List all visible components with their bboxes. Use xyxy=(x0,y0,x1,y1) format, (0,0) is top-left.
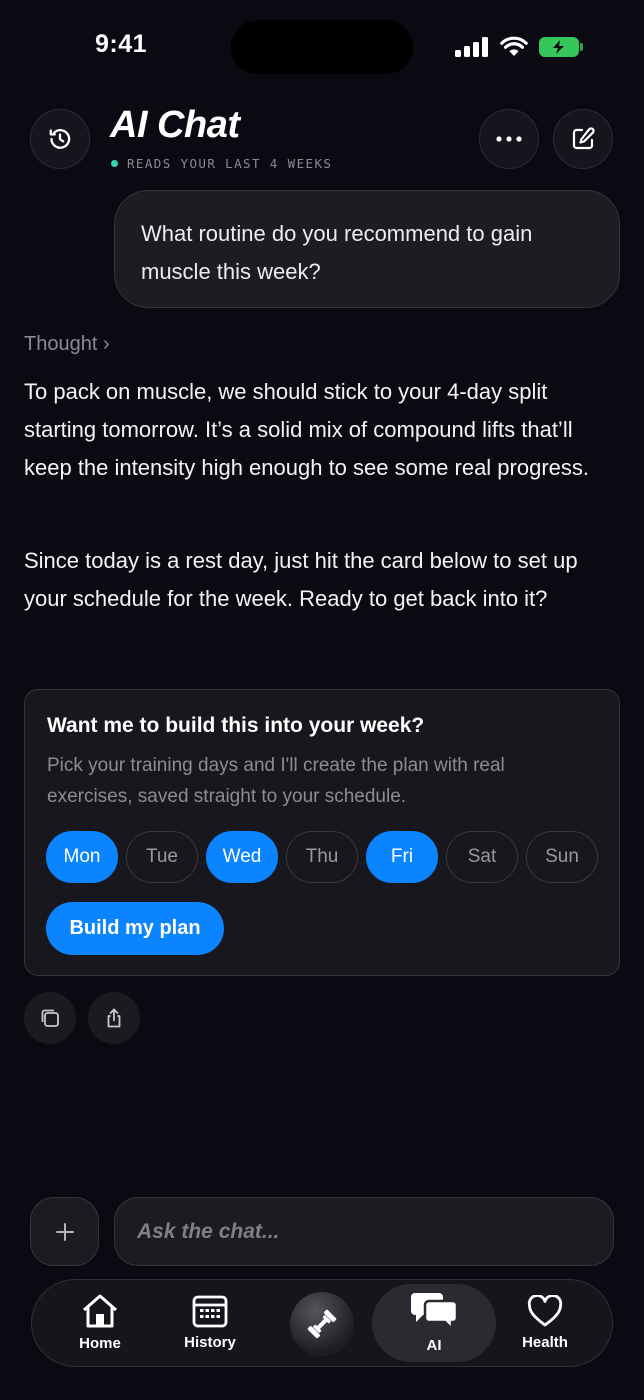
context-subtitle-text: READS YOUR LAST 4 WEEKS xyxy=(127,156,333,171)
wifi-icon xyxy=(500,36,528,56)
new-chat-button[interactable] xyxy=(553,109,613,169)
tab-history-label: History xyxy=(184,1334,236,1351)
context-subtitle: READS YOUR LAST 4 WEEKS xyxy=(111,156,332,171)
day-chip-fri[interactable]: Fri xyxy=(366,831,438,883)
calendar-icon xyxy=(192,1295,228,1328)
tab-ai[interactable]: AI xyxy=(394,1280,474,1365)
dumbbell-icon xyxy=(307,1309,337,1339)
status-dot xyxy=(111,160,118,167)
plan-card-description: Pick your training days and I'll create … xyxy=(47,755,505,807)
status-time: 9:41 xyxy=(95,30,148,58)
share-button[interactable] xyxy=(88,992,140,1044)
copy-icon xyxy=(41,1009,59,1027)
tab-health[interactable]: Health xyxy=(505,1280,585,1365)
dynamic-island xyxy=(231,20,413,74)
chat-input[interactable] xyxy=(114,1197,614,1266)
user-message-bubble: What routine do you recommend to gain mu… xyxy=(114,190,620,308)
copy-button[interactable] xyxy=(24,992,76,1044)
share-icon xyxy=(107,1008,121,1028)
ellipsis-icon xyxy=(496,136,522,142)
workout-button[interactable] xyxy=(290,1292,354,1356)
clock-history-icon xyxy=(49,129,71,149)
tab-ai-label: AI xyxy=(426,1337,442,1354)
day-chip-wed[interactable]: Wed xyxy=(206,831,278,883)
day-chip-mon[interactable]: Mon xyxy=(46,831,118,883)
day-chip-tue[interactable]: Tue xyxy=(126,831,198,883)
history-button[interactable] xyxy=(30,109,90,169)
heart-icon xyxy=(527,1294,563,1326)
tab-health-label: Health xyxy=(522,1333,568,1351)
plus-icon xyxy=(55,1222,74,1241)
tab-bar: Home History AI Health xyxy=(31,1279,613,1367)
home-icon xyxy=(83,1294,117,1328)
thought-toggle[interactable]: Thought › xyxy=(24,333,110,356)
tab-home-label: Home xyxy=(79,1335,121,1352)
more-button[interactable] xyxy=(479,109,539,169)
attach-button[interactable] xyxy=(30,1197,99,1266)
page-title: AI Chat xyxy=(110,104,240,146)
battery-icon xyxy=(539,37,579,57)
day-chip-thu[interactable]: Thu xyxy=(286,831,358,883)
tab-home[interactable]: Home xyxy=(60,1280,140,1365)
compose-icon xyxy=(572,127,595,150)
build-plan-button[interactable]: Build my plan xyxy=(46,902,224,955)
day-chip-sun[interactable]: Sun xyxy=(526,831,598,883)
chat-bubbles-icon xyxy=(411,1293,459,1331)
plan-card: Want me to build this into your week? Pi… xyxy=(24,689,620,976)
plan-card-title: Want me to build this into your week? xyxy=(47,714,425,737)
day-chip-sat[interactable]: Sat xyxy=(446,831,518,883)
assistant-paragraph: To pack on muscle, we should stick to yo… xyxy=(24,379,590,480)
assistant-paragraph: Since today is a rest day, just hit the … xyxy=(24,548,578,611)
battery-cap xyxy=(580,43,583,51)
cellular-signal-icon xyxy=(455,37,490,57)
tab-history[interactable]: History xyxy=(170,1280,250,1365)
